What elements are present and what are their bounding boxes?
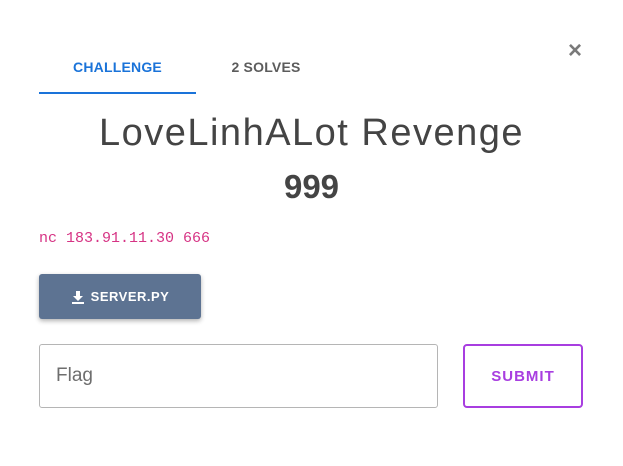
- tab-bar: CHALLENGE 2 SOLVES: [39, 40, 339, 94]
- challenge-title: LoveLinhALot Revenge: [98, 112, 525, 154]
- download-file-label: SERVER.PY: [90, 289, 170, 304]
- flag-input[interactable]: [39, 344, 438, 408]
- tab-challenge[interactable]: CHALLENGE: [39, 40, 196, 94]
- challenge-points: 999: [283, 168, 340, 205]
- download-icon: [71, 290, 85, 304]
- tab-solves[interactable]: 2 SOLVES: [196, 40, 336, 94]
- challenge-description: nc 183.91.11.30 666: [39, 230, 211, 247]
- close-icon[interactable]: ×: [563, 37, 587, 64]
- download-file-button[interactable]: SERVER.PY: [39, 274, 201, 319]
- submit-button[interactable]: SUBMIT: [463, 344, 583, 408]
